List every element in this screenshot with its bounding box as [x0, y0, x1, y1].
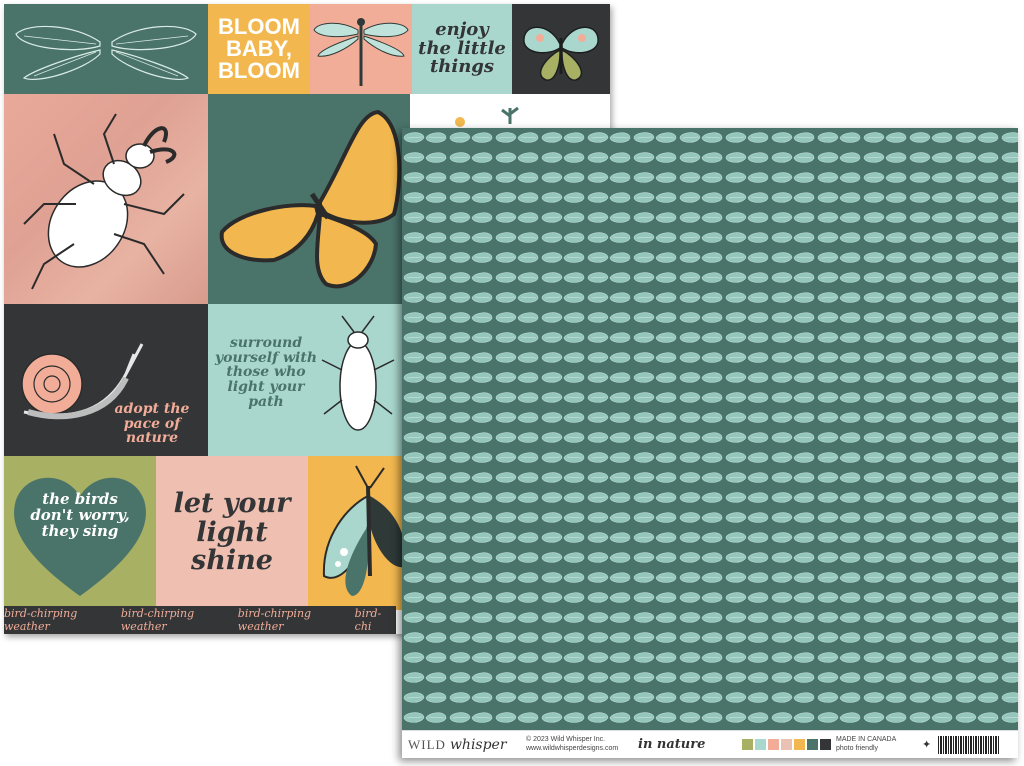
- orange-butterfly-tile: [208, 94, 410, 304]
- color-swatches: [742, 739, 836, 750]
- brand-wild: WILD: [408, 736, 446, 752]
- color-swatch: [742, 739, 753, 750]
- dragonfly-wings-tile: [4, 4, 208, 94]
- maple-leaf-icon: ✦: [922, 739, 932, 751]
- enjoy-text: enjoy the little things: [418, 18, 506, 78]
- white-tile-peek: [410, 94, 610, 128]
- color-swatch: [755, 739, 766, 750]
- color-swatch: [820, 739, 831, 750]
- color-swatch: [768, 739, 779, 750]
- strip-text-4: bird-chi: [354, 607, 382, 633]
- birds-text: the birds don't worry, they sing: [30, 490, 130, 540]
- barcode-icon: [938, 735, 1000, 754]
- orange-butterfly-icon: [219, 109, 402, 289]
- collection-name: in nature: [638, 737, 706, 752]
- brand-logo: WILD whisper: [408, 737, 526, 753]
- firefly-icon: [321, 315, 395, 431]
- bloom-baby-tile: BLOOM BABY, BLOOM: [208, 4, 310, 94]
- color-swatch: [807, 739, 818, 750]
- origin-block: MADE IN CANADA photo friendly: [836, 736, 922, 753]
- strip-text-3: bird-chirping weather: [237, 607, 312, 633]
- shine-text: let your light shine: [173, 488, 291, 577]
- bird-chirping-strip: bird-chirping weather bird-chirping weat…: [4, 606, 396, 634]
- leaf-sprig-icon: [455, 106, 519, 127]
- strip-text-1: bird-chirping weather: [4, 607, 78, 633]
- made-in-text: MADE IN CANADA: [836, 736, 897, 744]
- let-your-light-shine-tile: let your light shine: [156, 456, 308, 610]
- green-butterfly-icon: [523, 26, 599, 81]
- surround-text: surround yourself with those who light y…: [214, 335, 318, 410]
- surround-yourself-tile: surround yourself with those who light y…: [208, 304, 410, 456]
- website-text: www.wildwhisperdesigns.com: [526, 744, 619, 752]
- wing-pattern: [402, 128, 1018, 730]
- enjoy-little-things-tile: enjoy the little things: [412, 4, 512, 94]
- birds-dont-worry-tile: the birds don't worry, they sing: [4, 456, 156, 610]
- dragonfly-tile: [310, 4, 412, 94]
- paper-footer: WILD whisper © 2023 Wild Whisper Inc. ww…: [402, 730, 1018, 758]
- strip-text-2: bird-chirping weather: [120, 607, 195, 633]
- color-swatch: [781, 739, 792, 750]
- stag-beetle-tile: [4, 94, 208, 304]
- butterfly-small-tile: [512, 4, 610, 94]
- dragonfly-wings-illustration: [15, 25, 197, 80]
- snail-tile: adopt the pace of nature: [4, 304, 208, 456]
- copyright-block: © 2023 Wild Whisper Inc. www.wildwhisper…: [526, 736, 638, 753]
- photo-friendly-text: photo friendly: [836, 744, 879, 752]
- moth-icon: [322, 465, 407, 596]
- moth-tile: [308, 456, 410, 610]
- dragonfly-icon: [313, 18, 409, 86]
- stag-beetle-icon: [23, 113, 185, 290]
- copyright-text: © 2023 Wild Whisper Inc.: [526, 736, 606, 744]
- color-swatch: [794, 739, 805, 750]
- front-paper-sheet: [402, 128, 1018, 758]
- bloom-baby-text: BLOOM BABY, BLOOM: [218, 14, 300, 83]
- adopt-pace-text: adopt the pace of nature: [114, 401, 190, 447]
- brand-whisper: whisper: [449, 736, 507, 753]
